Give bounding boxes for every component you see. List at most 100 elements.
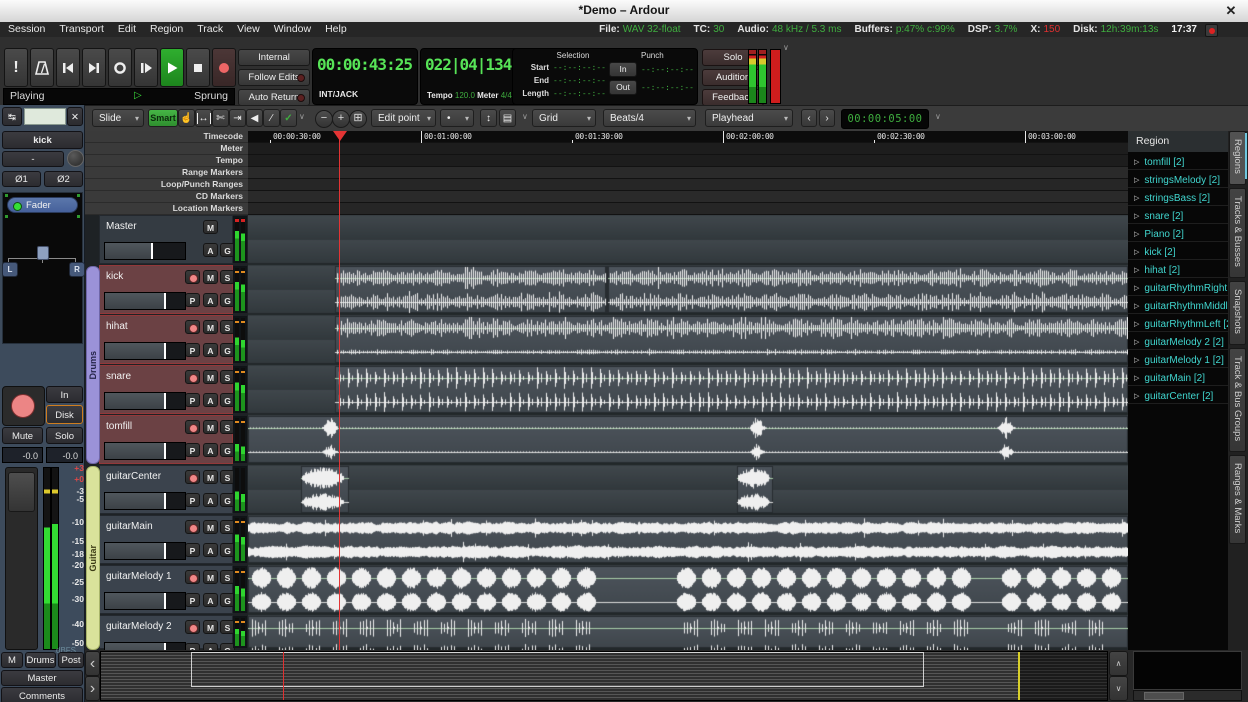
grid-mode-dropdown[interactable]: Grid xyxy=(532,109,596,127)
zoom-to-session-button[interactable]: ⊞ xyxy=(349,110,367,128)
close-strip-icon[interactable]: ✕ xyxy=(67,107,83,126)
input-button[interactable]: In xyxy=(46,386,83,403)
mute-button[interactable]: Mute xyxy=(2,427,43,444)
snap-target-dropdown[interactable]: Playhead xyxy=(705,109,793,127)
pan-slider[interactable] xyxy=(37,246,49,260)
zoom-focus-dropdown[interactable]: • xyxy=(440,109,474,127)
loop-button[interactable] xyxy=(108,48,132,87)
record-arm-button[interactable] xyxy=(185,320,200,334)
ruler-row[interactable] xyxy=(248,167,1128,179)
track-header-guitarcenter[interactable]: guitarCenterMSPAG xyxy=(99,465,233,514)
region-list-item[interactable]: ▷hihat [2] xyxy=(1128,260,1228,278)
pan-left-button[interactable]: L xyxy=(2,262,18,277)
fader-processor[interactable]: Fader xyxy=(7,197,78,213)
disclosure-triangle-icon[interactable]: ▷ xyxy=(1134,356,1139,364)
record-enable-button[interactable] xyxy=(2,386,45,426)
tab-regions[interactable]: Regions xyxy=(1229,131,1246,185)
ruler-label-location-markers[interactable]: Location Markers xyxy=(85,203,248,215)
internal-button[interactable]: Internal xyxy=(238,49,310,66)
disclosure-triangle-icon[interactable]: ▷ xyxy=(1134,392,1139,400)
disclosure-triangle-icon[interactable]: ▷ xyxy=(1134,158,1139,166)
ruler-label-timecode[interactable]: Timecode xyxy=(85,131,248,143)
close-icon[interactable]: ✕ xyxy=(1222,2,1240,20)
peak-display[interactable]: -0.0 xyxy=(46,447,83,463)
ruler-label-range-markers[interactable]: Range Markers xyxy=(85,167,248,179)
playlist-button[interactable]: P xyxy=(185,643,200,650)
comments-button[interactable]: Comments xyxy=(1,687,83,702)
phase-1-button[interactable]: Ø1 xyxy=(2,171,41,187)
playlist-button[interactable]: P xyxy=(185,343,200,357)
playlist-button[interactable]: P xyxy=(185,293,200,307)
automation-button[interactable]: A xyxy=(203,493,218,507)
automation-button[interactable]: A xyxy=(203,393,218,407)
ruler-row[interactable] xyxy=(248,191,1128,203)
disclosure-triangle-icon[interactable]: ▷ xyxy=(1134,284,1139,292)
ruler-canvas[interactable]: 00:00:30:0000:01:00:0000:01:30:0000:02:0… xyxy=(248,131,1128,215)
punch-out-button[interactable]: Out xyxy=(609,80,637,95)
automation-button[interactable]: A xyxy=(203,343,218,357)
track-fader[interactable] xyxy=(104,342,186,360)
disclosure-triangle-icon[interactable]: ▷ xyxy=(1134,374,1139,382)
mute-button[interactable]: M xyxy=(203,520,218,534)
disclosure-triangle-icon[interactable]: ▷ xyxy=(1134,302,1139,310)
playlist-button[interactable]: P xyxy=(185,593,200,607)
region-list-item[interactable]: ▷guitarRhythmRight [2] xyxy=(1128,278,1228,296)
track-header-guitarmelody-2[interactable]: guitarMelody 2MSPAG xyxy=(99,615,233,649)
disclosure-triangle-icon[interactable]: ▷ xyxy=(1134,176,1139,184)
automation-button[interactable]: A xyxy=(203,243,218,257)
record-arm-button[interactable] xyxy=(185,370,200,384)
menu-transport[interactable]: Transport xyxy=(59,22,104,37)
trim-knob[interactable] xyxy=(67,150,84,167)
region-list-item[interactable]: ▷guitarMelody 2 [2] xyxy=(1128,332,1228,350)
punch-in-button[interactable]: In xyxy=(609,62,637,77)
ruler-row[interactable] xyxy=(248,179,1128,191)
playhead-line[interactable] xyxy=(339,131,340,650)
ruler-row[interactable] xyxy=(248,131,1128,143)
pan-right-button[interactable]: R xyxy=(69,262,85,277)
track-canvas[interactable] xyxy=(248,215,1128,650)
track-header-snare[interactable]: snareMSPAG xyxy=(99,365,233,414)
range-tool-button[interactable]: ↔ xyxy=(195,109,212,127)
record-arm-button[interactable] xyxy=(185,620,200,634)
disclosure-triangle-icon[interactable]: ▷ xyxy=(1134,320,1139,328)
track-fader[interactable] xyxy=(104,642,186,650)
mute-button[interactable]: M xyxy=(203,220,218,234)
tab-track-bus-groups[interactable]: Track & Bus Groups xyxy=(1229,348,1246,452)
ruler-label-loop-punch-ranges[interactable]: Loop/Punch Ranges xyxy=(85,179,248,191)
title-bar[interactable]: *Demo – Ardour ✕ xyxy=(0,0,1248,23)
disclosure-triangle-icon[interactable]: ▷ xyxy=(1134,338,1139,346)
disclosure-triangle-icon[interactable]: ▷ xyxy=(1134,266,1139,274)
playlist-button[interactable]: P xyxy=(185,543,200,557)
record-arm-button[interactable] xyxy=(185,570,200,584)
track-fader[interactable] xyxy=(104,442,186,460)
track-name[interactable]: tomfill xyxy=(106,421,132,432)
record-arm-button[interactable] xyxy=(185,270,200,284)
track-name[interactable]: hihat xyxy=(106,321,128,332)
automation-button[interactable]: A xyxy=(203,593,218,607)
punch-in-value[interactable]: --:--:--:-- xyxy=(641,65,694,74)
track-header-master[interactable]: MasterMAG xyxy=(99,215,233,264)
zoom-out-button[interactable]: − xyxy=(315,110,333,128)
menu-help[interactable]: Help xyxy=(325,22,347,37)
record-arm-button[interactable] xyxy=(185,470,200,484)
summary-scroll-right-button[interactable]: › xyxy=(85,676,100,701)
track-name[interactable]: guitarMelody 1 xyxy=(106,571,172,582)
region-list-hscrollbar-thumb[interactable] xyxy=(1144,692,1184,700)
scroll-down-button[interactable]: ∨ xyxy=(1109,676,1128,701)
strip-tab-drums[interactable]: Drums xyxy=(25,652,56,668)
strip-name-field[interactable] xyxy=(24,108,66,125)
ruler-label-meter[interactable]: Meter xyxy=(85,143,248,155)
tools-chevron-icon[interactable]: ∨ xyxy=(299,112,305,121)
track-fader[interactable] xyxy=(104,292,186,310)
track-header-tomfill[interactable]: tomfillMSPAG xyxy=(99,415,233,464)
disclosure-triangle-icon[interactable]: ▷ xyxy=(1134,248,1139,256)
menu-view[interactable]: View xyxy=(237,22,260,37)
strip-tab-m[interactable]: M xyxy=(1,652,23,668)
group-tube-drums[interactable]: Drums xyxy=(86,266,100,464)
track-name[interactable]: Master xyxy=(106,221,137,232)
automation-button[interactable]: A xyxy=(203,643,218,650)
smart-mode-button[interactable]: Smart xyxy=(148,109,178,127)
tab-snapshots[interactable]: Snapshots xyxy=(1229,281,1246,345)
secondary-clock[interactable]: 022|04|1341 Tempo 120.0 Meter 4/4 xyxy=(420,48,524,105)
region-list-item[interactable]: ▷guitarCenter [2] xyxy=(1128,386,1228,404)
